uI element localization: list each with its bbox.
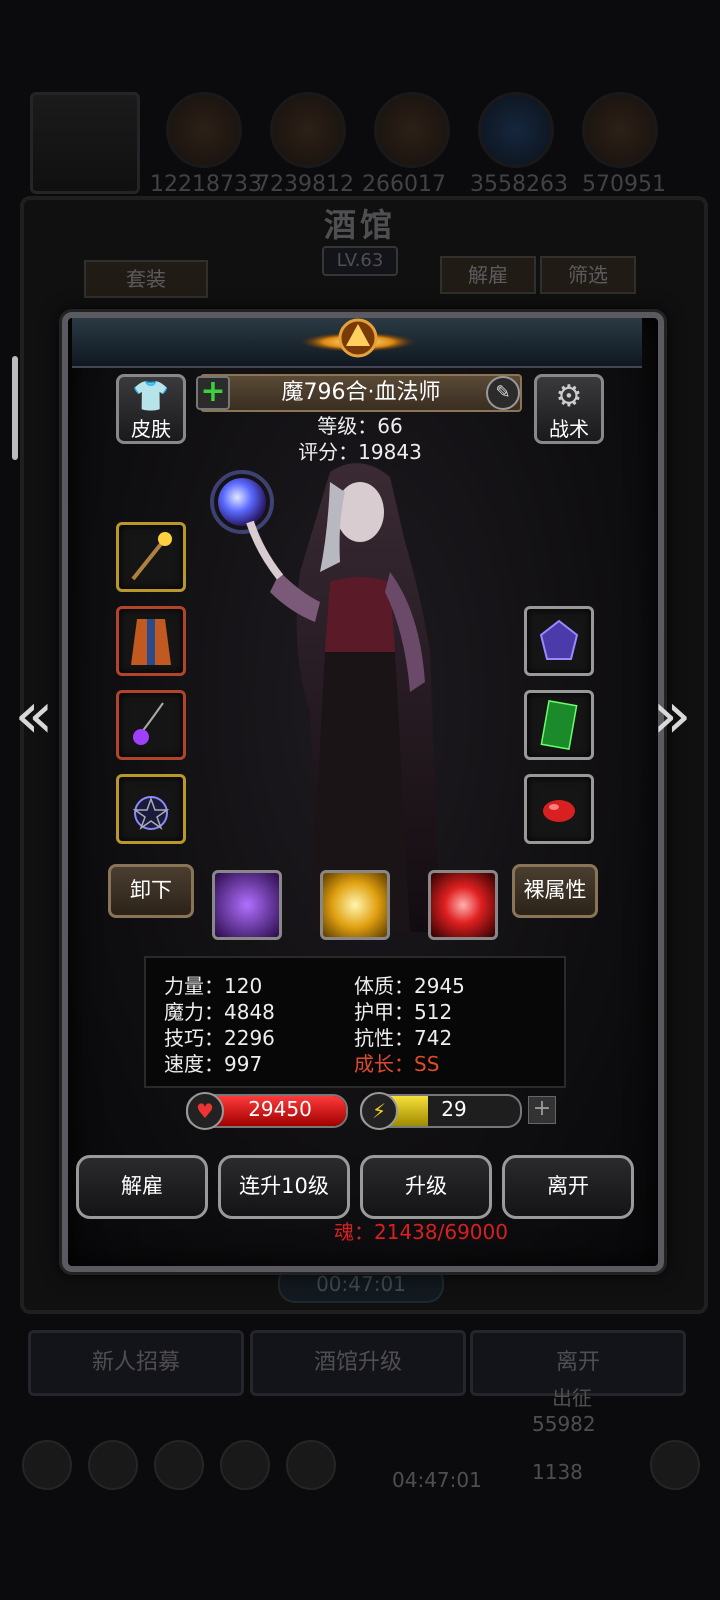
resource-value-1: 12218733 [150, 172, 262, 197]
resource-icon-1 [166, 92, 242, 168]
attr-armor: 护甲：512 [354, 1000, 453, 1024]
tactics-button[interactable]: ⚙ 战术 [534, 374, 604, 444]
hero-level: 等级：66 [317, 414, 403, 438]
rename-button[interactable]: ✎ [486, 376, 520, 410]
add-energy-button[interactable]: + [528, 1096, 556, 1124]
hp-value: 29450 [248, 1097, 312, 1121]
robe-icon [131, 619, 171, 665]
skin-label: 皮肤 [131, 417, 171, 441]
level-up-10-button[interactable]: 连升10级 [218, 1155, 350, 1219]
attr-resistance: 抗性：742 [354, 1026, 453, 1050]
green-spellbook-icon [540, 700, 578, 750]
resource-icon-5 [582, 92, 658, 168]
gem-slot-1[interactable] [524, 606, 594, 676]
set-button[interactable]: 套装 [84, 260, 208, 298]
next-hero-arrow[interactable]: » [646, 684, 698, 748]
lightning-icon: ⚡ [360, 1092, 398, 1130]
expedition-label: 出征 [552, 1386, 592, 1410]
nav-icon-add[interactable] [650, 1440, 700, 1490]
resource-value-4: 3558263 [470, 172, 568, 197]
heart-icon: ♥ [186, 1092, 224, 1130]
nav-icon-4[interactable] [220, 1440, 270, 1490]
book-slot[interactable] [524, 690, 594, 760]
nav-icon-3[interactable] [154, 1440, 204, 1490]
add-star-button[interactable]: + [196, 376, 230, 410]
nav-icon-2[interactable] [88, 1440, 138, 1490]
tavern-title: 酒馆 [323, 206, 396, 244]
nav-icon-5[interactable] [286, 1440, 336, 1490]
staff-icon [131, 532, 172, 581]
resource-icon-4 [478, 92, 554, 168]
leave-button[interactable]: 离开 [502, 1155, 634, 1219]
scroll-indicator[interactable] [12, 356, 18, 460]
currency-b: 1138 [532, 1460, 583, 1484]
bg-dismiss-button[interactable]: 解雇 [440, 256, 536, 294]
filter-button[interactable]: 筛选 [540, 256, 636, 294]
emblem-icon [300, 318, 416, 358]
resource-value-3: 266017 [362, 172, 446, 197]
attr-growth: 成长：SS [354, 1052, 440, 1076]
nav-icon-1[interactable] [22, 1440, 72, 1490]
necklace-slot[interactable] [116, 690, 186, 760]
resource-value-5: 570951 [582, 172, 666, 197]
gear-icon: ⚙ [555, 379, 583, 414]
attr-speed: 速度：997 [164, 1052, 263, 1076]
pencil-icon: ✎ [495, 382, 511, 403]
attr-strength: 力量：120 [164, 974, 263, 998]
skin-button[interactable]: 👕 皮肤 [116, 374, 186, 444]
attr-constitution: 体质：2945 [354, 974, 465, 998]
bottom-timer: 04:47:01 [392, 1468, 482, 1492]
hero-name: 魔796合·血法师 [200, 374, 522, 412]
red-gem-icon [543, 800, 575, 822]
armor-slot[interactable] [116, 606, 186, 676]
resource-icon-2 [270, 92, 346, 168]
naked-attributes-button[interactable]: 裸属性 [512, 864, 598, 918]
tactics-label: 战术 [549, 417, 589, 441]
resource-icon-3 [374, 92, 450, 168]
prev-hero-arrow[interactable]: « [8, 684, 60, 748]
attr-skill: 技巧：2296 [164, 1026, 275, 1050]
player-avatar[interactable] [30, 92, 140, 194]
unequip-button[interactable]: 卸下 [108, 864, 194, 918]
weapon-slot[interactable] [116, 522, 186, 592]
shirt-icon: 👕 [132, 379, 170, 414]
pentagram-amulet-icon [132, 796, 170, 830]
tavern-upgrade-button[interactable]: 酒馆升级 [250, 1330, 466, 1396]
currency-a: 55982 [532, 1412, 596, 1436]
tavern-level: LV.63 [322, 246, 398, 276]
purple-gem-icon [539, 619, 579, 660]
resource-value-2: 7239812 [256, 172, 354, 197]
accessory-slot[interactable] [116, 774, 186, 844]
dismiss-button[interactable]: 解雇 [76, 1155, 208, 1219]
gem-slot-2[interactable] [524, 774, 594, 844]
soul-counter: 魂：21438/69000 [334, 1220, 508, 1244]
attr-magic: 魔力：4848 [164, 1000, 275, 1024]
red-slash-skill-icon[interactable] [428, 870, 498, 940]
purple-shadow-skill-icon[interactable] [212, 870, 282, 940]
golden-burst-skill-icon[interactable] [320, 870, 390, 940]
level-up-button[interactable]: 升级 [360, 1155, 492, 1219]
amulet-icon [133, 702, 164, 745]
energy-value: 29 [441, 1097, 467, 1121]
recruit-button[interactable]: 新人招募 [28, 1330, 244, 1396]
